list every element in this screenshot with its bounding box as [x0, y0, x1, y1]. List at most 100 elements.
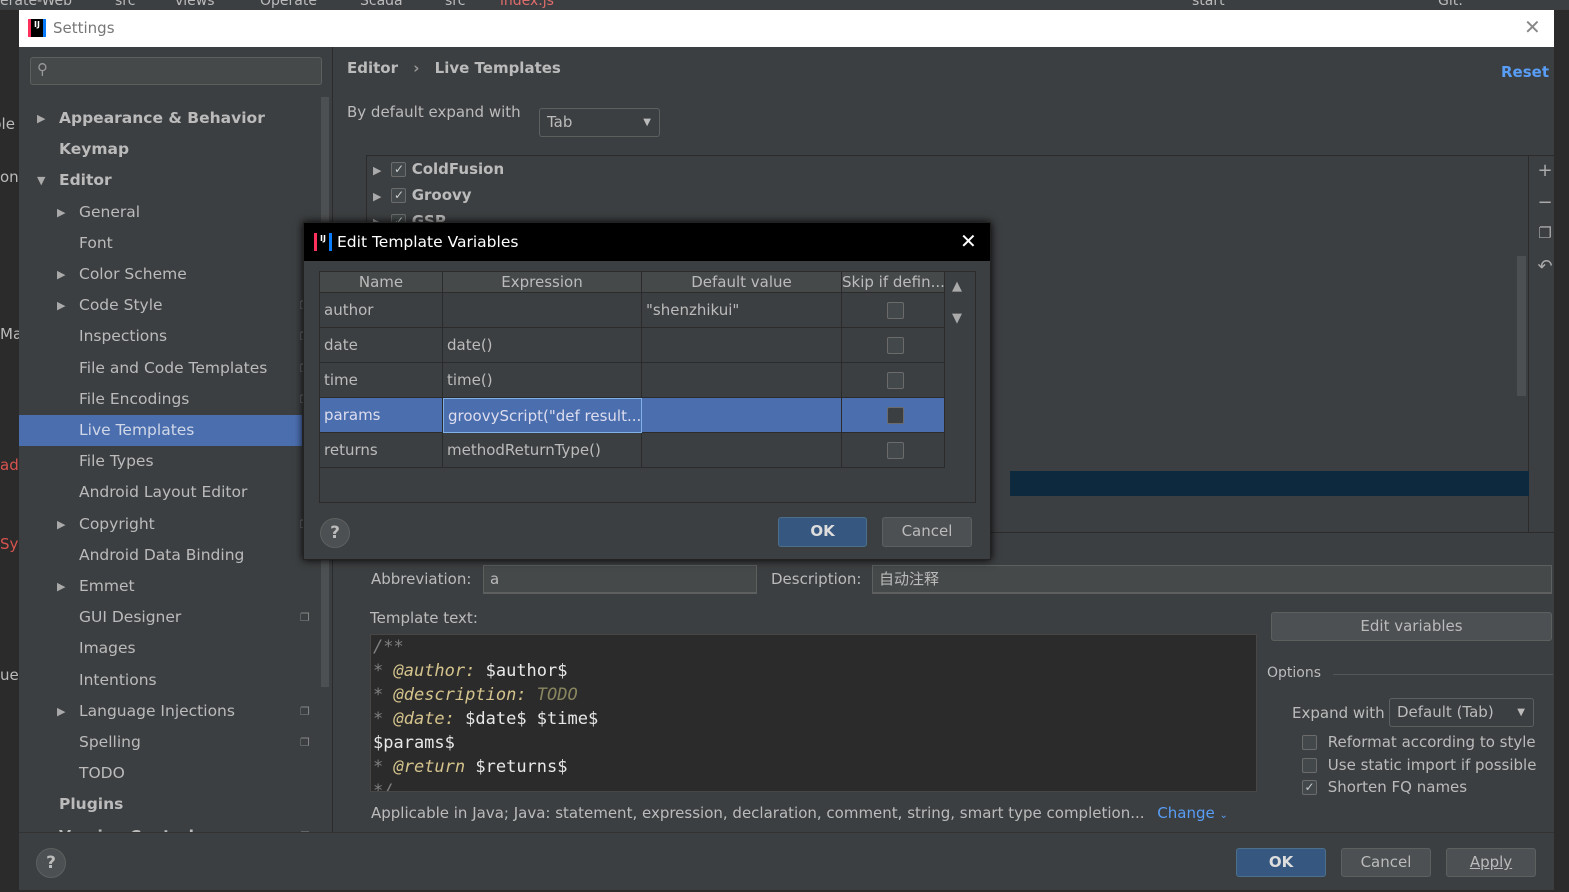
breadcrumb-editor[interactable]: Editor	[347, 59, 398, 77]
chevron-right-icon[interactable]: ▶	[57, 509, 65, 540]
sidebar-item-inspections[interactable]: Inspections❐	[19, 321, 310, 352]
cell-default[interactable]	[642, 363, 842, 398]
sidebar-item-file-encodings[interactable]: File Encodings❐	[19, 384, 310, 415]
tree-scrollbar[interactable]	[1517, 256, 1526, 396]
cell-default[interactable]	[642, 328, 842, 363]
chevron-right-icon[interactable]: ▶	[57, 197, 65, 228]
sidebar-item-font[interactable]: Font	[19, 228, 302, 259]
abbreviation-input[interactable]: a	[483, 565, 757, 594]
sidebar-item-file-and-code-templates[interactable]: File and Code Templates❐	[19, 353, 310, 384]
chevron-right-icon[interactable]: ▶	[57, 571, 65, 602]
cell-skip[interactable]	[842, 433, 945, 468]
run-config[interactable]: start	[1192, 0, 1225, 9]
template-text-editor[interactable]: /** * @author: $author$ * @description: …	[370, 634, 1257, 792]
option-checkbox[interactable]	[1302, 757, 1317, 773]
sidebar-item-color-scheme[interactable]: ▶ Color Scheme	[19, 259, 302, 290]
copy-icon[interactable]: ❐	[1535, 224, 1555, 242]
cell-name[interactable]: author	[320, 293, 443, 328]
ide-breadcrumb[interactable]: src	[445, 0, 465, 9]
sidebar-item-plugins[interactable]: Plugins	[19, 789, 302, 820]
cell-default[interactable]: "shenzhikui"	[642, 293, 842, 328]
skip-checkbox[interactable]	[886, 372, 904, 389]
add-icon[interactable]: +	[1535, 160, 1555, 181]
sidebar-item-spelling[interactable]: Spelling ❐	[19, 727, 310, 758]
skip-checkbox[interactable]	[886, 302, 904, 319]
cell-expression[interactable]: methodReturnType()	[443, 433, 642, 468]
move-up-icon[interactable]: ▲	[952, 279, 962, 294]
cell-default[interactable]	[642, 398, 842, 433]
ide-breadcrumb[interactable]: src	[115, 0, 135, 9]
search-input[interactable]: ⚲	[30, 57, 322, 85]
ide-breadcrumb[interactable]: views	[175, 0, 215, 9]
chevron-down-icon[interactable]: ▼	[37, 165, 45, 196]
ide-breadcrumb[interactable]: Scada	[360, 0, 403, 9]
sidebar-item-general[interactable]: ▶ General	[19, 197, 302, 228]
dialog-help-button[interactable]: ?	[320, 518, 350, 548]
cell-expression[interactable]: groovyScript("def result...	[443, 398, 642, 433]
ok-button[interactable]: OK	[1236, 848, 1326, 877]
cell-skip[interactable]	[842, 328, 945, 363]
dialog-ok-button[interactable]: OK	[778, 517, 867, 547]
option-checkbox-row[interactable]: Use static import if possible	[1302, 756, 1536, 774]
cell-expression[interactable]: time()	[443, 363, 642, 398]
sidebar-item-editor[interactable]: ▼ Editor	[19, 165, 302, 196]
chevron-right-icon[interactable]: ▶	[57, 696, 65, 727]
close-icon[interactable]: ✕	[960, 229, 977, 253]
cell-name[interactable]: date	[320, 328, 443, 363]
sidebar-item-gui-designer[interactable]: GUI Designer ❐	[19, 602, 310, 633]
ide-breadcrumb[interactable]: index.js	[500, 0, 554, 9]
template-group[interactable]: ▶ ✓ Groovy	[373, 182, 472, 208]
column-header[interactable]: Expression	[443, 272, 642, 293]
sidebar-item-intentions[interactable]: Intentions	[19, 665, 302, 696]
column-header[interactable]: Skip if defin...	[842, 272, 945, 293]
change-link[interactable]: Change ⌄	[1157, 804, 1228, 822]
cancel-button[interactable]: Cancel	[1341, 848, 1431, 877]
expand-with-combo[interactable]: Tab ▼	[539, 108, 660, 137]
help-button[interactable]: ?	[36, 848, 66, 878]
chevron-right-icon[interactable]: ▶	[373, 164, 381, 177]
chevron-right-icon[interactable]: ▶	[37, 103, 45, 134]
ide-breadcrumb[interactable]: Operate	[260, 0, 317, 9]
column-header[interactable]: Default value	[642, 272, 842, 293]
sidebar-item-keymap[interactable]: Keymap	[19, 134, 302, 165]
option-checkbox[interactable]	[1302, 735, 1317, 750]
undo-icon[interactable]: ↶	[1535, 256, 1555, 277]
cell-skip[interactable]	[842, 363, 945, 398]
remove-icon[interactable]: −	[1535, 192, 1555, 213]
option-checkbox[interactable]: ✓	[1302, 780, 1317, 795]
ide-breadcrumb[interactable]: erate-Web	[0, 0, 72, 9]
options-expand-combo[interactable]: Default (Tab) ▼	[1389, 698, 1534, 727]
sidebar-item-file-types[interactable]: File Types	[19, 446, 302, 477]
sidebar-item-todo[interactable]: TODO	[19, 758, 302, 789]
skip-checkbox[interactable]	[886, 407, 904, 424]
sidebar-item-images[interactable]: Images	[19, 633, 302, 664]
sidebar-item-code-style[interactable]: ▶Code Style❐	[19, 290, 310, 321]
close-icon[interactable]: ✕	[1524, 15, 1541, 39]
dialog-cancel-button[interactable]: Cancel	[882, 517, 972, 547]
chevron-right-icon[interactable]: ▶	[373, 190, 381, 203]
sidebar-item-emmet[interactable]: ▶ Emmet	[19, 571, 302, 602]
sidebar-item-appearance-behavior[interactable]: ▶ Appearance & Behavior	[19, 103, 302, 134]
cell-skip[interactable]	[842, 293, 945, 328]
chevron-right-icon[interactable]: ▶	[57, 290, 65, 321]
move-down-icon[interactable]: ▼	[952, 311, 962, 326]
cell-expression[interactable]: date()	[443, 328, 642, 363]
skip-checkbox[interactable]	[886, 442, 904, 459]
edit-variables-button[interactable]: Edit variables	[1271, 612, 1552, 641]
cell-default[interactable]	[642, 433, 842, 468]
option-checkbox-row[interactable]: ✓ Shorten FQ names	[1302, 778, 1467, 796]
sidebar-item-copyright[interactable]: ▶Copyright❐	[19, 509, 310, 540]
sidebar-item-android-layout-editor[interactable]: Android Layout Editor	[19, 477, 302, 508]
selected-template-row[interactable]	[1010, 471, 1529, 496]
column-header[interactable]: Name	[320, 272, 443, 293]
skip-checkbox[interactable]	[886, 337, 904, 354]
cell-name[interactable]: returns	[320, 433, 443, 468]
sidebar-item-language-injections[interactable]: ▶ Language Injections ❐	[19, 696, 310, 727]
option-checkbox-row[interactable]: Reformat according to style	[1302, 733, 1536, 751]
cell-skip[interactable]	[842, 398, 945, 433]
cell-name[interactable]: params	[320, 398, 443, 433]
group-checkbox[interactable]: ✓	[391, 162, 407, 177]
cell-name[interactable]: time	[320, 363, 443, 398]
apply-button[interactable]: Apply	[1446, 848, 1536, 877]
template-group[interactable]: ▶ ✓ ColdFusion	[373, 156, 504, 182]
